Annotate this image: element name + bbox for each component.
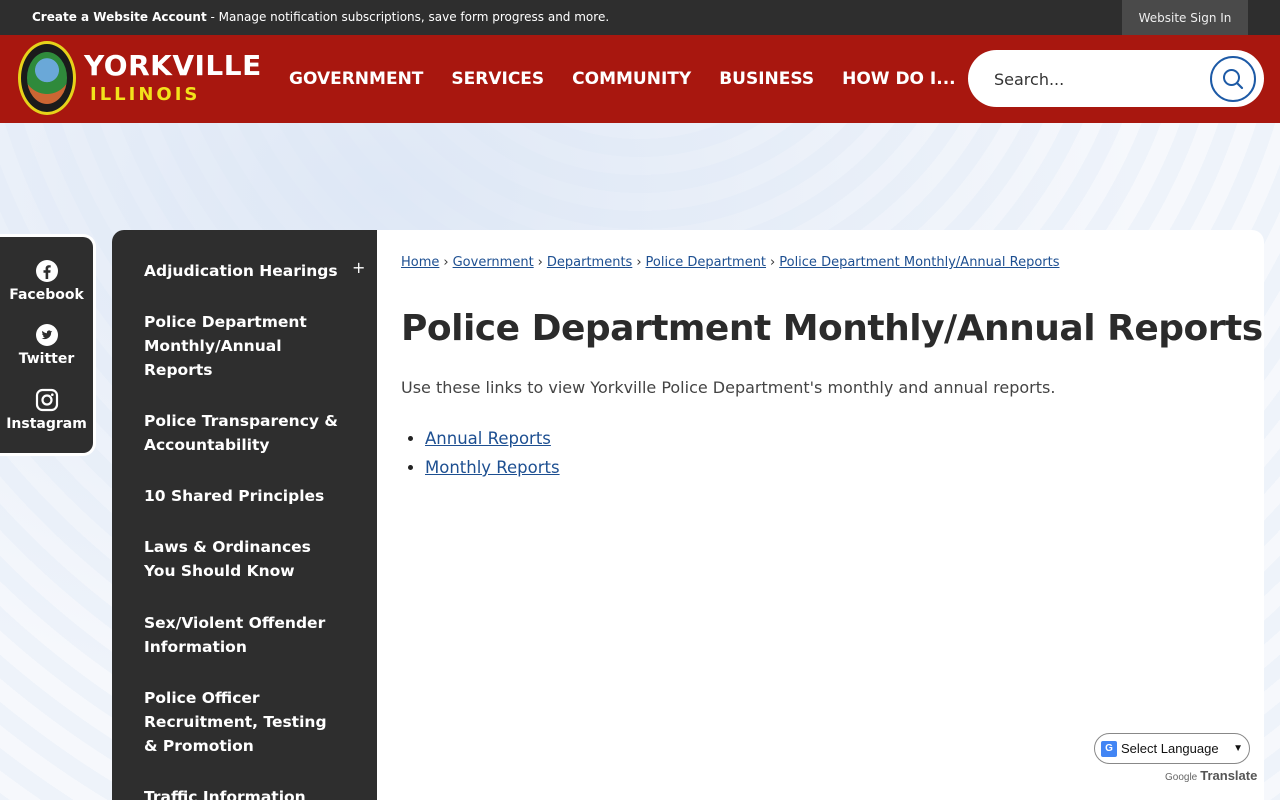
breadcrumb-police-department[interactable]: Police Department (646, 255, 767, 270)
twitter-icon (35, 324, 58, 346)
google-translate-icon: G (1101, 740, 1117, 757)
social-label: Instagram (6, 416, 87, 432)
search-box (968, 50, 1264, 107)
page-title: Police Department Monthly/Annual Reports (401, 308, 1263, 349)
monthly-reports-link[interactable]: Monthly Reports (425, 458, 560, 477)
intro-text: Use these links to view Yorkville Police… (401, 378, 1056, 397)
search-button[interactable] (1210, 56, 1256, 102)
social-twitter[interactable]: Twitter (0, 323, 93, 367)
sidebar-item-monthly-annual-reports[interactable]: Police Department Monthly/Annual Reports (144, 310, 344, 382)
instagram-icon (35, 388, 58, 412)
account-message: Create a Website Account - Manage notifi… (32, 10, 609, 24)
expand-icon[interactable]: + (352, 258, 365, 277)
report-links: Annual Reports Monthly Reports (425, 424, 560, 482)
nav-services[interactable]: SERVICES (451, 69, 544, 89)
utility-bar: Create a Website Account - Manage notifi… (0, 0, 1280, 35)
powered-by-google[interactable]: Google Translate (1165, 767, 1257, 785)
breadcrumb: Home › Government › Departments › Police Depar… (401, 255, 1060, 270)
sidebar-item-transparency[interactable]: Police Transparency & Accountability (144, 409, 344, 457)
chevron-down-icon: ▼ (1233, 743, 1243, 754)
sidebar-item-laws-ordinances[interactable]: Laws & Ordinances You Should Know (144, 535, 314, 583)
account-description: - Manage notification subscriptions, sav… (206, 10, 610, 24)
translate-label: Translate (1200, 768, 1258, 783)
google-translate-widget: G Select Language ▼ Google Translate (1094, 733, 1257, 783)
sidebar-item-shared-principles[interactable]: 10 Shared Principles (144, 484, 344, 508)
social-label: Twitter (18, 351, 75, 367)
sidebar-item-traffic-info[interactable]: Traffic Information (144, 785, 344, 800)
breadcrumb-departments[interactable]: Departments (547, 255, 632, 270)
search-input[interactable] (994, 66, 1194, 92)
create-account-link[interactable]: Create a Website Account (32, 10, 207, 24)
list-item: Monthly Reports (425, 453, 560, 482)
list-item: Annual Reports (425, 424, 560, 453)
social-links: Facebook Twitter Instagram (0, 237, 93, 453)
language-select-label: Select Language (1121, 741, 1219, 756)
city-seal-logo[interactable] (18, 41, 76, 115)
main-nav: GOVERNMENT SERVICES COMMUNITY BUSINESS H… (289, 35, 984, 123)
social-instagram[interactable]: Instagram (0, 388, 93, 432)
language-select[interactable]: G Select Language ▼ (1094, 733, 1250, 764)
sidebar-item-offender-info[interactable]: Sex/Violent Offender Information (144, 611, 344, 659)
nav-business[interactable]: BUSINESS (719, 69, 814, 89)
breadcrumb-government[interactable]: Government (453, 255, 534, 270)
facebook-icon (35, 260, 58, 282)
logo-title[interactable]: YORKVILLE (84, 49, 262, 82)
breadcrumb-current-page[interactable]: Police Department Monthly/Annual Reports (779, 255, 1059, 270)
website-signin-button[interactable]: Website Sign In (1122, 0, 1248, 35)
breadcrumb-home[interactable]: Home (401, 255, 439, 270)
annual-reports-link[interactable]: Annual Reports (425, 429, 551, 448)
sidebar-item-officer-recruitment[interactable]: Police Officer Recruitment, Testing & Pr… (144, 686, 329, 758)
nav-community[interactable]: COMMUNITY (572, 69, 691, 89)
logo-subtitle[interactable]: ILLINOIS (90, 84, 200, 105)
social-facebook[interactable]: Facebook (0, 259, 93, 303)
site-header: YORKVILLE ILLINOIS GOVERNMENT SERVICES C… (0, 35, 1280, 123)
section-sidebar: Adjudication Hearings + Police Departmen… (112, 230, 377, 800)
sidebar-item-adjudication-hearings[interactable]: Adjudication Hearings (144, 259, 344, 283)
search-icon (1223, 69, 1244, 90)
main-content: Home › Government › Departments › Police Depar… (377, 230, 1264, 800)
social-label: Facebook (9, 287, 84, 303)
nav-how-do-i[interactable]: HOW DO I... (842, 69, 956, 89)
nav-government[interactable]: GOVERNMENT (289, 69, 423, 89)
google-label: Google (1165, 772, 1198, 783)
